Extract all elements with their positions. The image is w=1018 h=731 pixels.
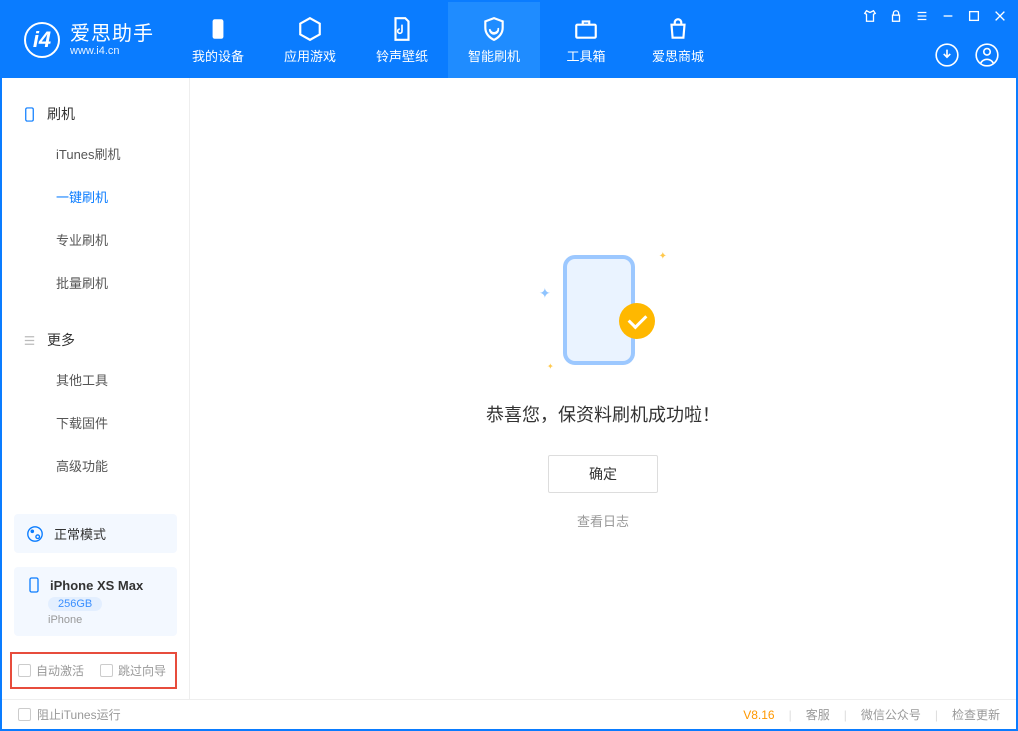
sparkle-icon: ✦ bbox=[539, 285, 551, 302]
footer-link-wechat[interactable]: 微信公众号 bbox=[861, 706, 921, 723]
checkbox-skip-guide[interactable]: 跳过向导 bbox=[100, 662, 166, 679]
tab-store[interactable]: 爱思商城 bbox=[632, 2, 724, 78]
shirt-icon[interactable] bbox=[862, 8, 878, 24]
device-mode-label: 正常模式 bbox=[54, 524, 106, 543]
bag-icon bbox=[665, 16, 691, 42]
sidebar-item-onekey-flash[interactable]: 一键刷机 bbox=[2, 175, 189, 218]
checkmark-badge-icon bbox=[619, 303, 655, 339]
tab-my-device[interactable]: 我的设备 bbox=[172, 2, 264, 78]
logo-icon: i4 bbox=[24, 22, 60, 58]
briefcase-icon bbox=[573, 16, 599, 42]
user-icon[interactable] bbox=[974, 42, 1000, 68]
device-name: iPhone XS Max bbox=[50, 578, 143, 593]
list-icon bbox=[22, 333, 37, 348]
sidebar-item-itunes-flash[interactable]: iTunes刷机 bbox=[2, 132, 189, 175]
footer-link-support[interactable]: 客服 bbox=[806, 706, 830, 723]
main-content: ✦ ✦ ✦ 恭喜您，保资料刷机成功啦！ 确定 查看日志 bbox=[190, 78, 1016, 699]
version-label: V8.16 bbox=[743, 708, 774, 722]
phone-small-icon bbox=[26, 577, 42, 593]
sidebar: 刷机 iTunes刷机 一键刷机 专业刷机 批量刷机 更多 其他工具 下载固件 … bbox=[2, 78, 190, 699]
logo-area: i4 爱思助手 www.i4.cn bbox=[2, 22, 172, 58]
sidebar-item-pro-flash[interactable]: 专业刷机 bbox=[2, 218, 189, 261]
highlighted-checkboxes: 自动激活 跳过向导 bbox=[10, 652, 177, 689]
mode-icon bbox=[26, 525, 44, 543]
tab-toolbox[interactable]: 工具箱 bbox=[540, 2, 632, 78]
tab-apps-games[interactable]: 应用游戏 bbox=[264, 2, 356, 78]
footer-bar: 阻止iTunes运行 V8.16 | 客服 | 微信公众号 | 检查更新 bbox=[2, 699, 1016, 729]
checkbox-icon bbox=[100, 664, 113, 677]
shield-refresh-icon bbox=[481, 16, 507, 42]
cube-icon bbox=[297, 16, 323, 42]
sidebar-section-more: 更多 bbox=[2, 322, 189, 358]
app-header: i4 爱思助手 www.i4.cn 我的设备 应用游戏 铃声壁纸 智能刷机 工具… bbox=[2, 2, 1016, 78]
app-url: www.i4.cn bbox=[70, 45, 154, 57]
checkbox-icon[interactable] bbox=[18, 708, 31, 721]
header-right-icons bbox=[934, 42, 1000, 68]
sidebar-section-flash: 刷机 bbox=[2, 96, 189, 132]
music-file-icon bbox=[389, 16, 415, 42]
device-icon bbox=[22, 107, 37, 122]
view-log-link[interactable]: 查看日志 bbox=[577, 511, 629, 530]
footer-link-update[interactable]: 检查更新 bbox=[952, 706, 1000, 723]
sidebar-item-advanced[interactable]: 高级功能 bbox=[2, 444, 189, 487]
close-button[interactable] bbox=[992, 8, 1008, 24]
device-info-card[interactable]: iPhone XS Max 256GB iPhone bbox=[14, 567, 177, 636]
tab-ringtone-wallpaper[interactable]: 铃声壁纸 bbox=[356, 2, 448, 78]
block-itunes-label[interactable]: 阻止iTunes运行 bbox=[37, 706, 121, 723]
menu-icon[interactable] bbox=[914, 8, 930, 24]
minimize-button[interactable] bbox=[940, 8, 956, 24]
storage-badge: 256GB bbox=[48, 597, 102, 611]
checkbox-icon bbox=[18, 664, 31, 677]
download-icon[interactable] bbox=[934, 42, 960, 68]
checkbox-auto-activate[interactable]: 自动激活 bbox=[18, 662, 84, 679]
maximize-button[interactable] bbox=[966, 8, 982, 24]
app-name: 爱思助手 bbox=[70, 23, 154, 45]
lock-icon[interactable] bbox=[888, 8, 904, 24]
device-mode-card[interactable]: 正常模式 bbox=[14, 514, 177, 553]
window-controls bbox=[862, 8, 1008, 24]
sidebar-item-other-tools[interactable]: 其他工具 bbox=[2, 358, 189, 401]
ok-button[interactable]: 确定 bbox=[548, 455, 658, 493]
sidebar-item-download-firmware[interactable]: 下载固件 bbox=[2, 401, 189, 444]
phone-icon bbox=[205, 16, 231, 42]
success-message: 恭喜您，保资料刷机成功啦！ bbox=[486, 401, 720, 427]
success-illustration: ✦ ✦ ✦ bbox=[533, 247, 673, 377]
tab-smart-flash[interactable]: 智能刷机 bbox=[448, 2, 540, 78]
nav-tabs: 我的设备 应用游戏 铃声壁纸 智能刷机 工具箱 爱思商城 bbox=[172, 2, 724, 78]
sparkle-icon: ✦ bbox=[659, 251, 667, 262]
sidebar-item-batch-flash[interactable]: 批量刷机 bbox=[2, 261, 189, 304]
device-type: iPhone bbox=[48, 614, 165, 626]
sparkle-icon: ✦ bbox=[547, 362, 554, 371]
